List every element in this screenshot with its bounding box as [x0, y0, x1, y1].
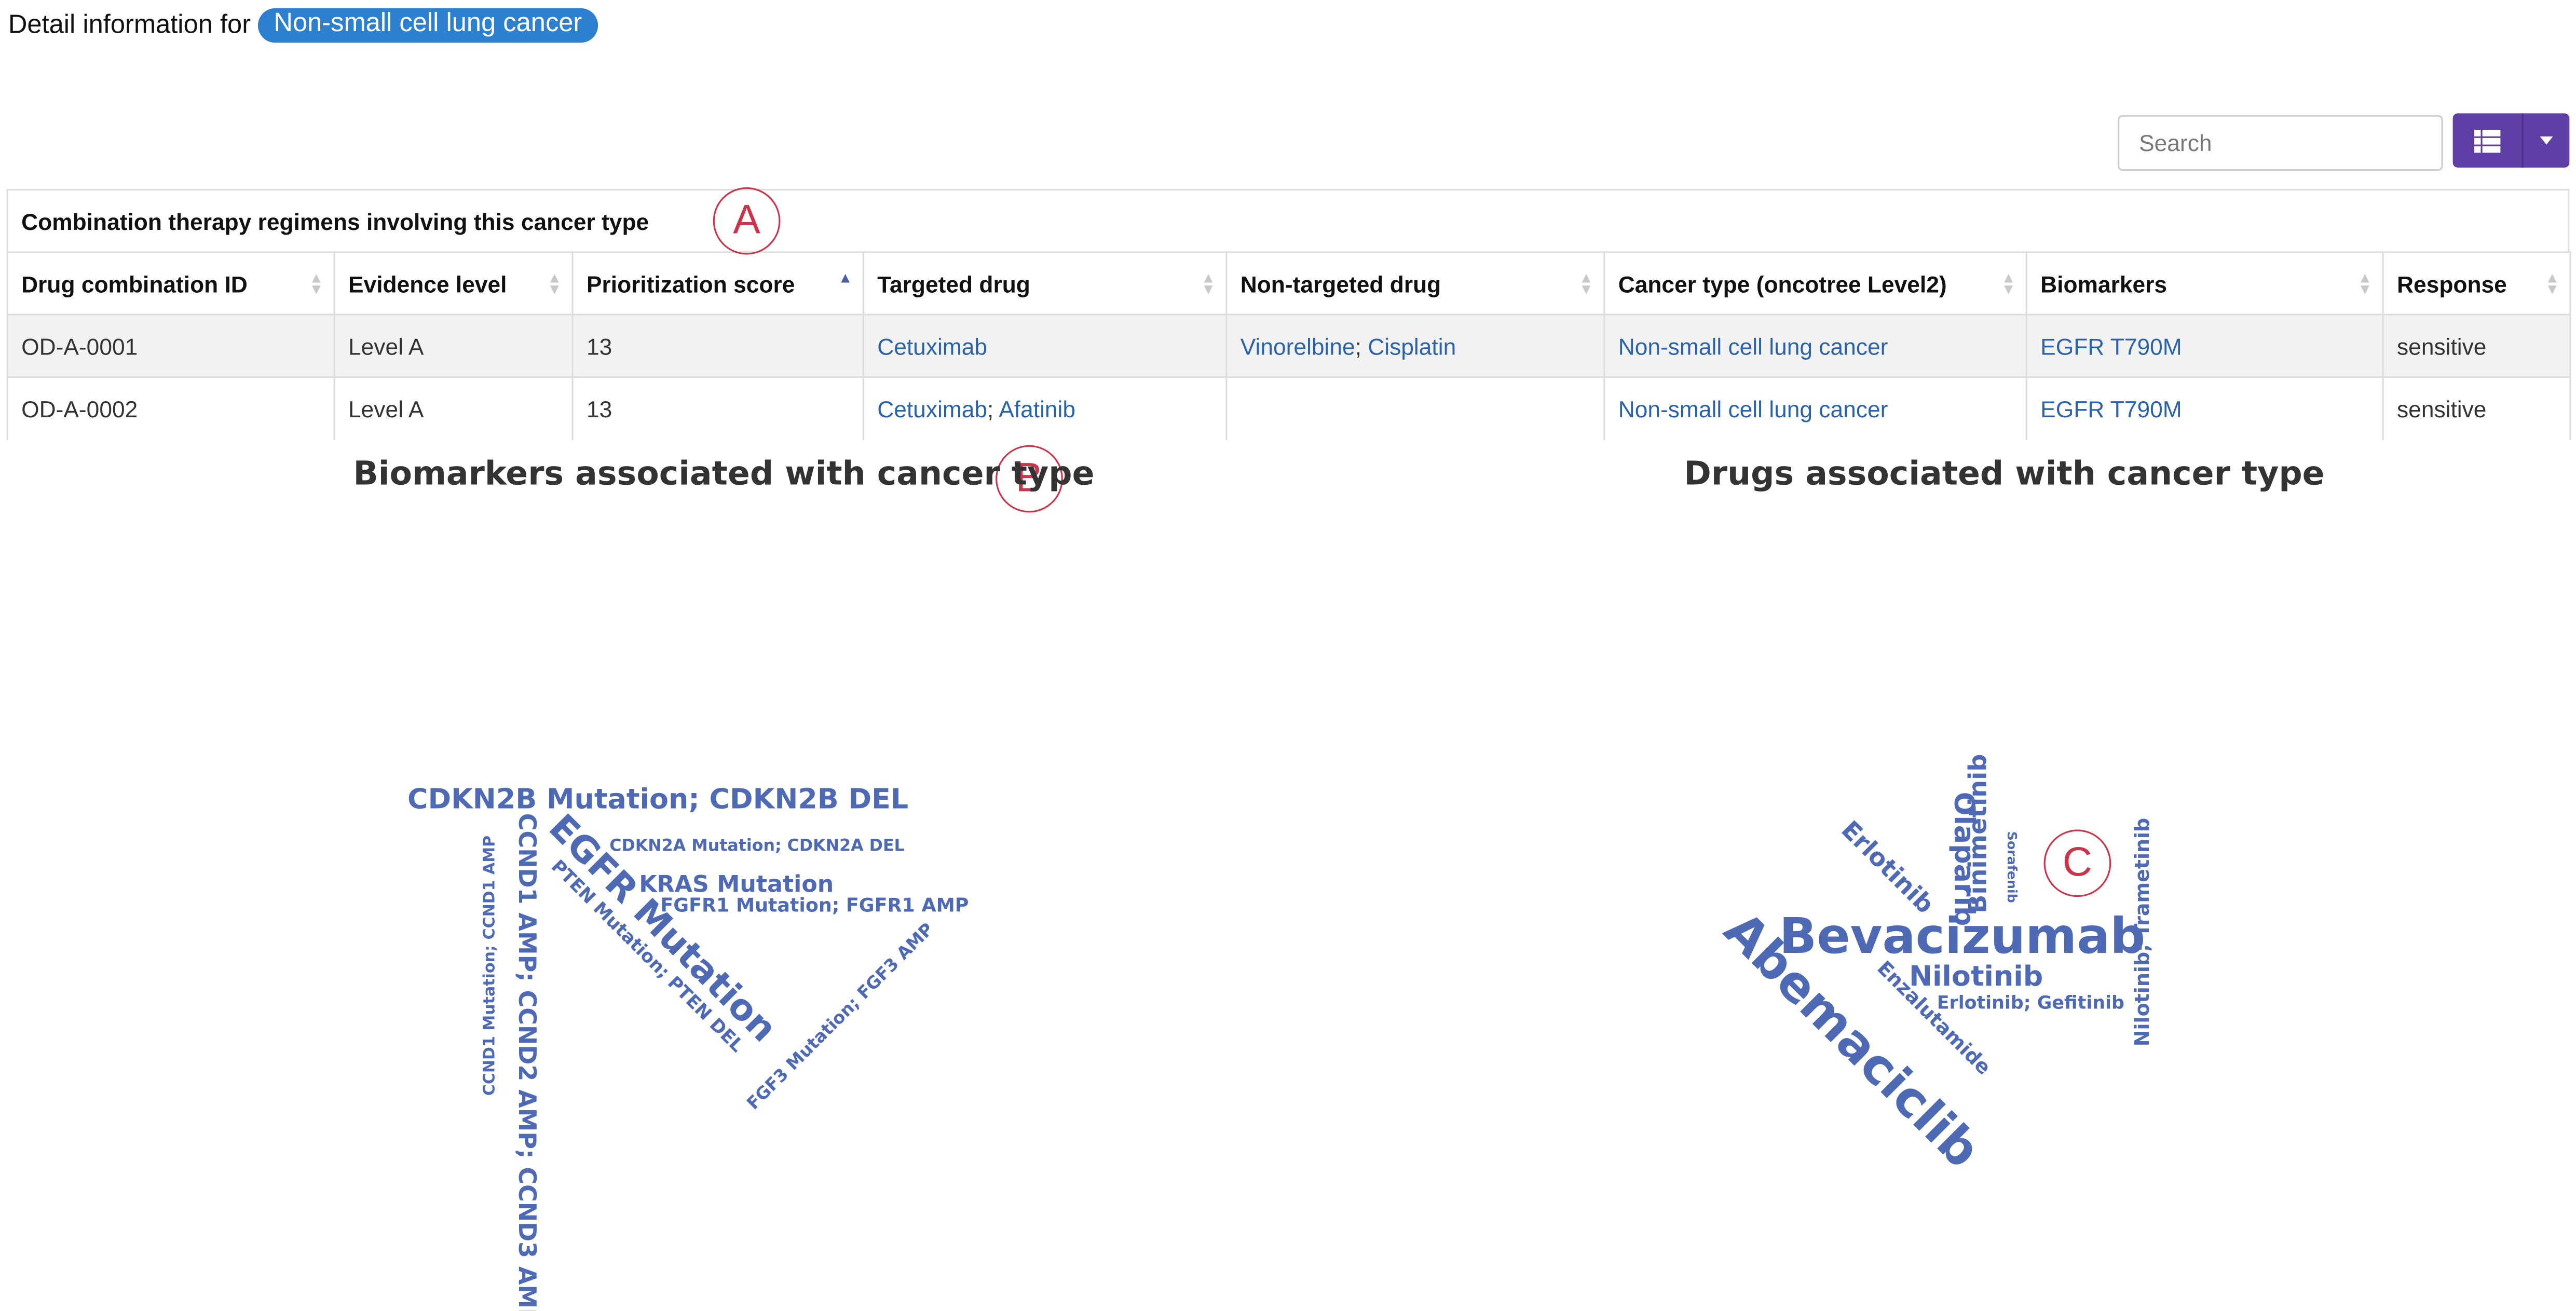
word-nilotinib[interactable]: Nilotinib [1909, 960, 2043, 992]
biomarker-word-cloud: CDKN2B Mutation; CDKN2B DEL CDKN2A Mutat… [407, 782, 969, 1311]
word-cdkn2b[interactable]: CDKN2B Mutation; CDKN2B DEL [407, 782, 908, 815]
word-cdkn2a[interactable]: CDKN2A Mutation; CDKN2A DEL [609, 837, 904, 855]
word-erlotinib-gefitinib[interactable]: Erlotinib; Gefitinib [1937, 992, 2124, 1013]
word-ccnd-amp[interactable]: CCND1 AMP; CCND2 AMP; CCND3 AMP [513, 813, 541, 1311]
word-binimetinib[interactable]: Binimetinib [1964, 754, 1993, 913]
word-fgfr1[interactable]: FGFR1 Mutation; FGFR1 AMP [660, 894, 969, 917]
word-clouds: CDKN2B Mutation; CDKN2B DEL CDKN2A Mutat… [407, 754, 2154, 1311]
drug-word-cloud: Bevacizumab Abemaciclib Erlotinib Olapar… [1713, 754, 2154, 1179]
word-sorafenib[interactable]: Sorafenib [2005, 831, 2020, 903]
word-nilotinib-trametinib[interactable]: Nilotinib; Trametinib [2131, 818, 2154, 1046]
word-ccnd1-mutation[interactable]: CCND1 Mutation; CCND1 AMP [481, 836, 499, 1096]
word-erlotinib[interactable]: Erlotinib [1836, 815, 1940, 919]
